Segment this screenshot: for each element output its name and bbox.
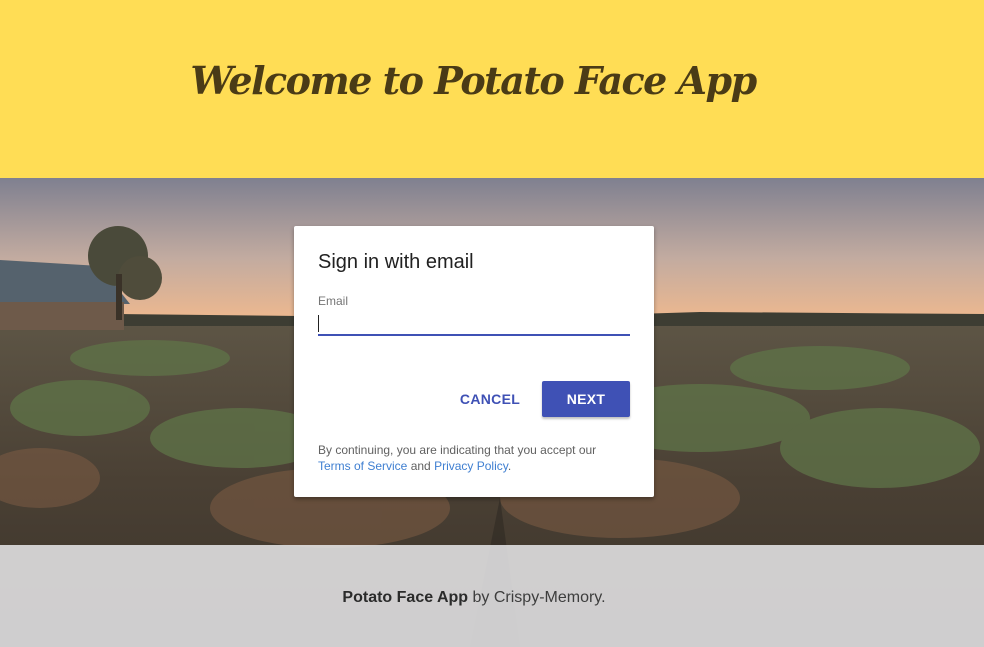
- cancel-button[interactable]: CANCEL: [446, 381, 534, 417]
- email-field[interactable]: [318, 312, 630, 336]
- legal-prefix: By continuing, you are indicating that y…: [318, 443, 597, 457]
- footer-byline: by Crispy-Memory.: [472, 589, 606, 606]
- privacy-policy-link[interactable]: Privacy Policy: [434, 459, 508, 473]
- text-caret: [318, 315, 319, 332]
- page: Welcome to Potato Face App Potato Face A…: [0, 0, 984, 647]
- legal-notice: By continuing, you are indicating that y…: [318, 442, 630, 474]
- next-button[interactable]: NEXT: [542, 381, 630, 417]
- footer-credit: Potato Face App by Crispy-Memory.: [0, 589, 948, 607]
- page-title: Welcome to Potato Face App: [190, 58, 757, 103]
- sign-in-title: Sign in with email: [318, 251, 474, 273]
- terms-of-service-link[interactable]: Terms of Service: [318, 459, 407, 473]
- header: Welcome to Potato Face App: [0, 0, 984, 178]
- sign-in-card: Sign in with email Email CANCEL NEXT By …: [294, 226, 654, 497]
- email-label: Email: [318, 294, 349, 308]
- legal-and: and: [410, 459, 431, 473]
- footer: Potato Face App by Crispy-Memory.: [0, 545, 984, 647]
- legal-suffix: .: [507, 459, 512, 473]
- footer-brand: Potato Face App: [342, 589, 469, 606]
